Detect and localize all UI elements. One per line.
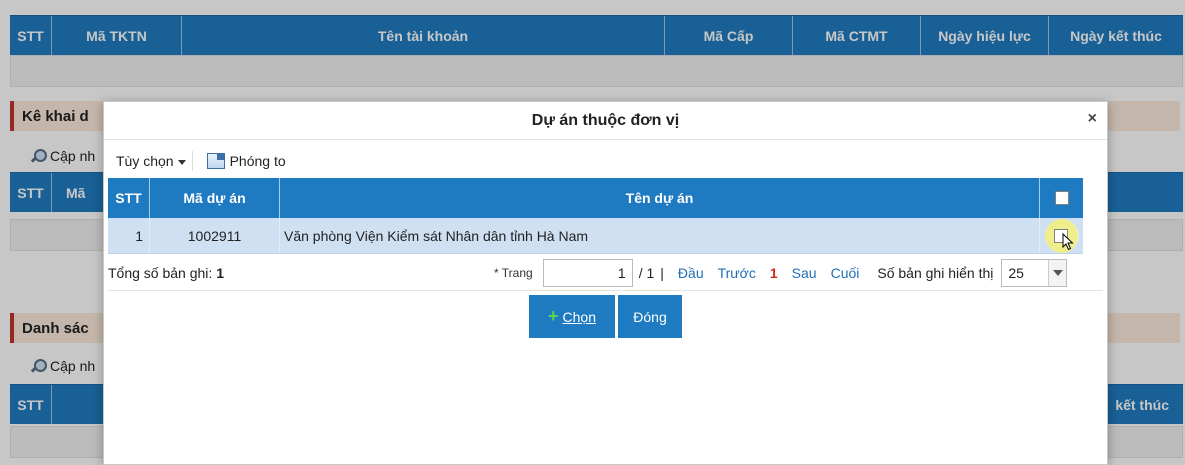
chevron-down-icon <box>1048 259 1067 286</box>
total-value: 1 <box>216 264 224 281</box>
dialog-header: Dự án thuộc đơn vị × <box>104 102 1107 140</box>
next-page-link[interactable]: Sau <box>792 265 817 281</box>
table-row[interactable]: 1 1002911 Văn phòng Viện Kiểm sát Nhân d… <box>108 218 1083 254</box>
last-page-link[interactable]: Cuối <box>831 265 860 281</box>
col-project-code[interactable]: Mã dự án <box>150 178 280 218</box>
pager-separator: | <box>660 264 664 281</box>
project-dialog: Dự án thuộc đơn vị × Tùy chọn Phóng to S… <box>103 101 1108 465</box>
cursor-highlight <box>1044 218 1079 253</box>
close-icon[interactable]: × <box>1088 110 1097 128</box>
plus-icon: + <box>548 306 559 326</box>
zoom-label: Phóng to <box>229 153 286 169</box>
col-select <box>1040 178 1083 218</box>
options-label: Tùy chọn <box>116 153 174 169</box>
page-input[interactable]: 1 <box>542 258 633 287</box>
page-of: / 1 <box>638 264 655 281</box>
choose-label: Chọn <box>562 308 596 325</box>
prev-page-link[interactable]: Trước <box>718 265 756 281</box>
zoom-button[interactable]: Phóng to <box>206 153 286 169</box>
row-stt: 1 <box>108 218 150 253</box>
mouse-cursor-icon <box>1062 232 1074 250</box>
per-page-label: Số bản ghi hiển thị <box>877 264 994 281</box>
row-select-cell <box>1040 218 1083 253</box>
project-grid: STT Mã dự án Tên dự án 1 1002911 Văn phò… <box>108 178 1083 254</box>
dialog-title: Dự án thuộc đơn vị <box>531 111 680 129</box>
row-project-code: 1002911 <box>150 218 280 253</box>
total-label: Tổng số bản ghi: <box>108 264 213 281</box>
per-page-value: 25 <box>1008 264 1024 281</box>
close-button[interactable]: Đóng <box>618 295 682 338</box>
col-project-name[interactable]: Tên dự án <box>280 178 1040 218</box>
caret-down-icon <box>177 159 186 165</box>
maximize-icon <box>206 153 225 169</box>
select-all-checkbox[interactable] <box>1054 191 1069 205</box>
close-label: Đóng <box>633 308 667 325</box>
grid-header: STT Mã dự án Tên dự án <box>108 178 1083 218</box>
pagination-bar: Tổng số bản ghi: 1 * Trang 1 / 1 | Đầu T… <box>108 255 1103 291</box>
col-stt[interactable]: STT <box>108 178 150 218</box>
options-dropdown[interactable]: Tùy chọn <box>110 151 193 171</box>
choose-button[interactable]: + Chọn <box>529 295 615 338</box>
current-page: 1 <box>769 264 778 281</box>
total-records: Tổng số bản ghi: 1 <box>108 265 488 281</box>
page-label: * Trang <box>494 265 533 280</box>
dialog-toolbar: Tùy chọn Phóng to <box>110 148 286 174</box>
per-page-select[interactable]: 25 <box>1001 258 1068 287</box>
row-project-name: Văn phòng Viện Kiểm sát Nhân dân tỉnh Hà… <box>280 218 1040 253</box>
dialog-actions: + Chọn Đóng <box>529 295 682 338</box>
first-page-link[interactable]: Đầu <box>678 265 704 281</box>
